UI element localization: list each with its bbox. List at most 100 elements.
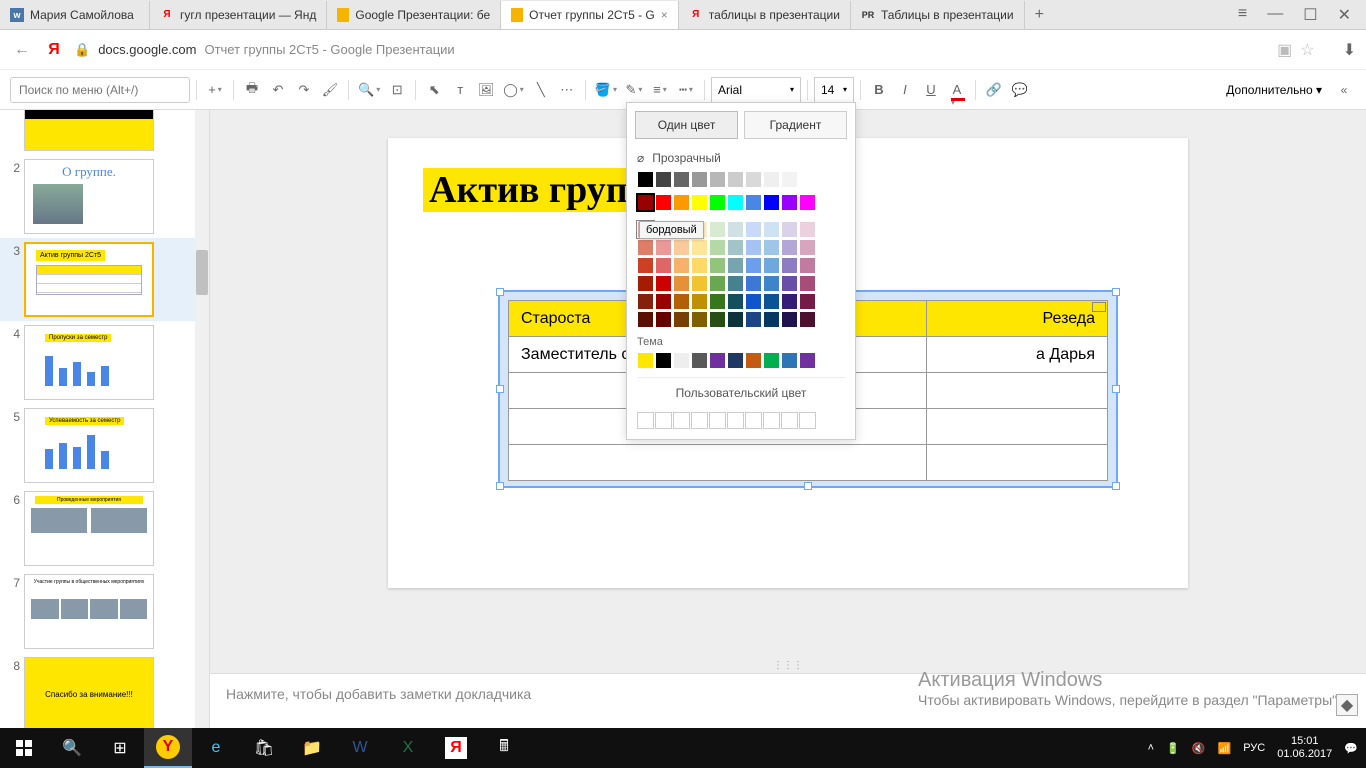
thumbnail-row[interactable]: 3Актив группы 2Ст5: [0, 238, 195, 321]
color-swatch[interactable]: [691, 194, 708, 211]
color-swatch[interactable]: [745, 221, 762, 238]
color-swatch[interactable]: [655, 171, 672, 188]
color-swatch[interactable]: [673, 311, 690, 328]
excel-taskbar[interactable]: X: [384, 728, 432, 768]
zoom-button[interactable]: 🔍: [355, 77, 383, 103]
close-icon[interactable]: ✕: [1338, 5, 1351, 25]
thumbnail[interactable]: Успеваемость за семестр: [24, 408, 154, 483]
resize-handle[interactable]: [1112, 482, 1120, 490]
table-cell[interactable]: Резеда: [927, 301, 1108, 337]
color-swatch[interactable]: [799, 311, 816, 328]
bold-button[interactable]: B: [867, 77, 891, 103]
color-swatch[interactable]: [745, 171, 762, 188]
store-taskbar[interactable]: 🛍: [240, 728, 288, 768]
menu-search-input[interactable]: [10, 77, 190, 103]
thumbnail-row[interactable]: 8Спасибо за внимание!!!: [0, 653, 195, 728]
color-swatch[interactable]: [637, 171, 654, 188]
thumbnail[interactable]: Участие группы в общественных мероприяти…: [24, 574, 154, 649]
color-swatch[interactable]: [655, 311, 672, 328]
color-swatch[interactable]: [745, 194, 762, 211]
line-tool[interactable]: ╲: [529, 77, 553, 103]
color-swatch[interactable]: [709, 311, 726, 328]
border-weight-button[interactable]: ≡: [648, 77, 672, 103]
undo-button[interactable]: ↶: [266, 77, 290, 103]
custom-color-link[interactable]: Пользовательский цвет: [627, 378, 855, 408]
start-button[interactable]: [0, 728, 48, 768]
thumbnail-row[interactable]: 5Успеваемость за семестр: [0, 404, 195, 487]
color-swatch[interactable]: [745, 275, 762, 292]
color-swatch[interactable]: [673, 171, 690, 188]
color-swatch[interactable]: [673, 352, 690, 369]
color-swatch[interactable]: [691, 293, 708, 310]
task-view-button[interactable]: ⊞: [96, 728, 144, 768]
color-swatch[interactable]: [637, 275, 654, 292]
color-swatch[interactable]: [799, 275, 816, 292]
color-swatch[interactable]: [673, 239, 690, 256]
table-cell[interactable]: [509, 445, 927, 481]
fit-button[interactable]: ⊡: [385, 77, 409, 103]
color-swatch[interactable]: [691, 352, 708, 369]
color-swatch[interactable]: [691, 257, 708, 274]
color-swatch[interactable]: [799, 257, 816, 274]
resize-handle[interactable]: [1112, 288, 1120, 296]
color-swatch[interactable]: [637, 194, 654, 211]
browser-tab[interactable]: Ягугл презентации — Янд: [150, 1, 327, 29]
font-select[interactable]: Arial▾: [711, 77, 801, 103]
close-icon[interactable]: ×: [661, 8, 668, 22]
select-tool[interactable]: ⬉: [422, 77, 446, 103]
color-swatch[interactable]: [799, 194, 816, 211]
italic-button[interactable]: I: [893, 77, 917, 103]
print-button[interactable]: 🖶: [240, 77, 264, 103]
color-swatch[interactable]: [673, 194, 690, 211]
color-swatch[interactable]: [637, 293, 654, 310]
color-swatch[interactable]: [709, 352, 726, 369]
color-swatch[interactable]: [709, 194, 726, 211]
color-swatch[interactable]: [709, 275, 726, 292]
color-swatch[interactable]: [709, 239, 726, 256]
color-swatch[interactable]: [781, 239, 798, 256]
color-swatch[interactable]: [691, 239, 708, 256]
color-swatch[interactable]: [709, 257, 726, 274]
insert-comment-button[interactable]: 💬: [1008, 77, 1032, 103]
thumbnail[interactable]: Пропуски за семестр: [24, 325, 154, 400]
thumbnail[interactable]: О группе.: [24, 159, 154, 234]
color-swatch[interactable]: [799, 171, 816, 188]
volume-icon[interactable]: 🔇: [1192, 742, 1206, 755]
wifi-icon[interactable]: 📶: [1218, 742, 1232, 755]
thumbnail-row[interactable]: 4Пропуски за семестр: [0, 321, 195, 404]
explorer-taskbar[interactable]: 📁: [288, 728, 336, 768]
word-taskbar[interactable]: W: [336, 728, 384, 768]
yandex-taskbar[interactable]: Я: [432, 728, 480, 768]
color-swatch[interactable]: [781, 311, 798, 328]
scrollbar[interactable]: [195, 110, 209, 728]
border-color-button[interactable]: ✎: [622, 77, 646, 103]
color-swatch[interactable]: [799, 352, 816, 369]
thumbnail[interactable]: Спасибо за внимание!!!: [24, 657, 154, 728]
color-swatch[interactable]: [709, 293, 726, 310]
color-swatch[interactable]: [727, 221, 744, 238]
color-swatch[interactable]: [655, 257, 672, 274]
color-swatch[interactable]: [763, 221, 780, 238]
color-swatch[interactable]: [781, 352, 798, 369]
color-swatch[interactable]: [655, 275, 672, 292]
table-cell[interactable]: [927, 409, 1108, 445]
battery-icon[interactable]: 🔋: [1166, 742, 1180, 755]
color-swatch[interactable]: [727, 293, 744, 310]
yandex-home-icon[interactable]: Я: [42, 38, 66, 62]
color-swatch[interactable]: [781, 171, 798, 188]
browser-tab[interactable]: PRТаблицы в презентации: [851, 1, 1025, 29]
image-button[interactable]: 🖼: [474, 77, 498, 103]
color-swatch[interactable]: [799, 293, 816, 310]
comment-button[interactable]: ⋯: [555, 77, 579, 103]
color-swatch[interactable]: [763, 171, 780, 188]
yandex-browser-taskbar[interactable]: Y: [144, 728, 192, 768]
resize-handle[interactable]: [496, 482, 504, 490]
color-swatch[interactable]: [727, 171, 744, 188]
color-swatch[interactable]: [745, 293, 762, 310]
collapse-toolbar-button[interactable]: «: [1332, 77, 1356, 103]
underline-button[interactable]: U: [919, 77, 943, 103]
color-swatch[interactable]: [745, 239, 762, 256]
color-swatch[interactable]: [763, 293, 780, 310]
color-swatch[interactable]: [691, 311, 708, 328]
table-cell[interactable]: [927, 445, 1108, 481]
